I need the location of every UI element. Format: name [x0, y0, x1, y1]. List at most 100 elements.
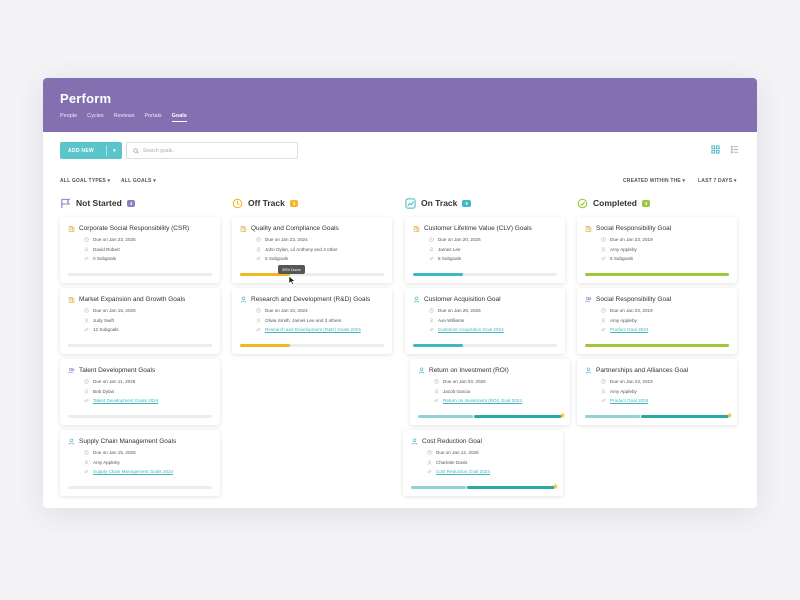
nav-item-goals[interactable]: Goals — [171, 113, 187, 122]
subgoal-link[interactable]: Talent Development Goals 2024 — [93, 398, 158, 404]
clock-icon — [429, 237, 438, 242]
goal-card[interactable]: Return on Investment (ROI) Due on Jan 03,… — [410, 359, 570, 425]
building-icon — [413, 225, 424, 232]
goal-title-text: Social Responsibility Goal — [596, 225, 672, 232]
progress-fill — [585, 344, 729, 347]
add-new-button[interactable]: ADD NEW ▾ — [60, 142, 122, 159]
person-icon — [256, 318, 265, 323]
progress-bar — [240, 273, 384, 276]
goal-title[interactable]: Social Responsibility Goal — [585, 224, 729, 233]
created-within-filter[interactable]: CREATED WITHIN THE ▾ — [623, 178, 685, 184]
due-date: Due on Jan 03, 2025 — [443, 379, 486, 384]
goal-title[interactable]: Cost Reduction Goal — [411, 437, 555, 446]
goal-title[interactable]: Customer Acquisition Goal — [413, 295, 557, 304]
owner-name: Olivia Smith, James Lee and 3 others — [265, 317, 342, 323]
goal-meta: Due on Jan 12, 2026 Charlotte Davis Cost R… — [427, 450, 555, 475]
goal-card[interactable]: Corporate Social Responsibility (CSR) Due… — [60, 217, 220, 283]
owner-name: David Robert — [93, 246, 120, 252]
goal-title[interactable]: Return on Investment (ROI) — [418, 366, 562, 375]
due-date: Due on Jan 12, 2026 — [436, 450, 479, 455]
goal-title-text: Research and Development (R&D) Goals — [251, 296, 371, 303]
goal-card[interactable]: Customer Acquisition Goal Due on Jan 26, … — [405, 288, 565, 354]
goal-type-filter[interactable]: ALL GOAL TYPES ▾ — [60, 178, 110, 184]
due-date: Due on Jan 23, 2025 — [93, 237, 136, 242]
person-icon — [256, 247, 265, 252]
owner-name: Amy Appleby — [610, 317, 637, 323]
meta-row: Due on Jan 15, 2025 — [84, 308, 212, 314]
subgoal-link[interactable]: Product Goal 2024 — [610, 398, 648, 404]
building-icon — [585, 225, 596, 232]
nav-item-reviews[interactable]: Reviews — [114, 113, 135, 122]
goal-title[interactable]: Customer Lifetime Value (CLV) Goals — [413, 224, 557, 233]
owner-name: Judy Swift — [93, 317, 114, 323]
chevron-down-icon[interactable]: ▾ — [107, 148, 122, 154]
meta-row: Due on Jan 26, 2025 — [429, 308, 557, 314]
goal-card[interactable]: Customer Lifetime Value (CLV) Goals Due o… — [405, 217, 565, 283]
meta-row: Supply Chain Management Goals 2024 — [84, 469, 212, 475]
column-not-started: Not Started 4 Corporate Social Responsib… — [60, 196, 220, 496]
goal-meta: Due on Jan 23, 2019 Amy Appleby 8 Subgoals — [601, 237, 729, 262]
subgoal-count: 5 Subgoals — [438, 256, 461, 261]
goal-title[interactable]: Quality and Compliance Goals — [240, 224, 384, 233]
nav-item-cycles[interactable]: Cycles — [87, 113, 104, 122]
link-icon — [256, 327, 265, 332]
progress-fill — [418, 415, 473, 418]
search-input[interactable] — [143, 147, 293, 154]
star-icon: ★ — [725, 411, 733, 420]
goal-title[interactable]: Social Responsibility Goal — [585, 295, 729, 304]
goal-title[interactable]: Research and Development (R&D) Goals — [240, 295, 384, 304]
goal-card[interactable]: Partnerships and Alliances Goal Due on Ja… — [577, 359, 737, 425]
app-header: Perform People Cycles Reviews Portals Go… — [43, 78, 757, 132]
nav-item-people[interactable]: People — [60, 113, 77, 122]
person-icon — [601, 247, 610, 252]
filter-bar: ALL GOAL TYPES ▾ ALL GOALS ▾ CREATED WIT… — [60, 178, 740, 186]
person-icon — [84, 247, 93, 252]
goal-meta: Due on Jan 10, 2024 Olivia Smith, James L… — [256, 308, 384, 333]
user-icon — [585, 367, 596, 374]
goal-card[interactable]: Cost Reduction Goal Due on Jan 12, 2026 Ch… — [403, 430, 563, 496]
goal-meta: Due on Jan 11, 2026 Bob Dylan Talent Devel… — [84, 379, 212, 404]
clock-icon — [434, 379, 443, 384]
due-date: Due on Jan 20, 2025 — [438, 237, 481, 242]
list-view-icon[interactable] — [729, 144, 740, 155]
goal-card[interactable]: Talent Development Goals Due on Jan 11, 2… — [60, 359, 220, 425]
goal-card[interactable]: Market Expansion and Growth Goals Due on … — [60, 288, 220, 354]
link-icon — [84, 327, 93, 332]
app-window: Perform People Cycles Reviews Portals Go… — [43, 78, 757, 508]
subgoal-link[interactable]: Cost Reduction Goal 2024 — [436, 469, 490, 475]
goal-filter[interactable]: ALL GOALS ▾ — [121, 178, 156, 184]
person-icon — [429, 318, 438, 323]
goal-title[interactable]: Supply Chain Management Goals — [68, 437, 212, 446]
goal-title[interactable]: Market Expansion and Growth Goals — [68, 295, 212, 304]
goal-title[interactable]: Partnerships and Alliances Goal — [585, 366, 729, 375]
count-badge: 3 — [641, 199, 651, 207]
goal-title[interactable]: Corporate Social Responsibility (CSR) — [68, 224, 212, 233]
goal-card[interactable]: Social Responsibility Goal Due on Jan 23,… — [577, 217, 737, 283]
column-on-track: On Track 5 Customer Lifetime Value (CLV)… — [403, 196, 570, 496]
link-icon — [601, 327, 610, 332]
progress-fill — [413, 344, 464, 347]
subgoal-link[interactable]: Supply Chain Management Goals 2024 — [93, 469, 173, 475]
goal-card[interactable]: Research and Development (R&D) Goals Due … — [232, 288, 392, 354]
goal-card[interactable]: Social Responsibility Goal Due on Jan 23,… — [577, 288, 737, 354]
subgoal-link[interactable]: Product Goal 2024 — [610, 327, 648, 333]
meta-row: Due on Jan 23, 2025 — [84, 237, 212, 243]
owner-name: Charlotte Davis — [436, 459, 468, 465]
goal-meta: Due on Jan 23, 2019 Amy Appleby Product Go… — [601, 379, 729, 404]
meta-row: Jacob Garcia — [434, 389, 562, 395]
building-icon — [68, 296, 79, 303]
goal-card[interactable]: Supply Chain Management Goals Due on Jan … — [60, 430, 220, 496]
goal-card[interactable]: Quality and Compliance Goals Due on Jan 2… — [232, 217, 392, 285]
progress-bar — [413, 344, 557, 347]
clock-icon — [429, 308, 438, 313]
subgoal-link[interactable]: Return on Investment (ROI) Goal 2024 — [443, 398, 522, 404]
nav-item-portals[interactable]: Portals — [144, 113, 161, 122]
period-filter[interactable]: LAST 7 DAYS ▾ — [698, 178, 737, 184]
meta-row: 12 Subgoals — [84, 327, 212, 333]
goal-title[interactable]: Talent Development Goals — [68, 366, 212, 375]
column-header: Completed 3 — [577, 196, 737, 210]
subgoal-link[interactable]: Customer Acquisition Goal 2024 — [438, 327, 504, 333]
person-icon — [601, 389, 610, 394]
subgoal-link[interactable]: Research and Development (R&D) Goals 202… — [265, 327, 361, 333]
grid-view-icon[interactable] — [710, 144, 721, 155]
